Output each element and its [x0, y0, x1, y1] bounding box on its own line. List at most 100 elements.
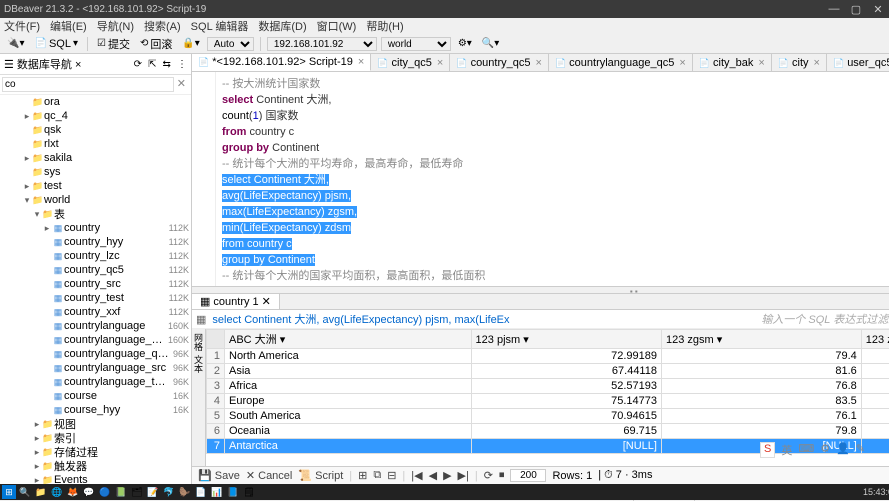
tree-item[interactable]: country_hyy112K — [0, 235, 191, 249]
task-icon[interactable]: 🔵 — [98, 485, 112, 499]
tree-item[interactable]: ▸country112K — [0, 221, 191, 235]
close-tab-icon[interactable]: × — [814, 57, 820, 69]
tree-item[interactable]: ▸触发器 — [0, 459, 191, 473]
refresh-result-icon[interactable]: ⟳ — [484, 469, 493, 482]
link-icon[interactable]: ⇆ — [163, 59, 171, 70]
tree-item[interactable]: qsk — [0, 123, 191, 137]
tree-item[interactable]: countrylanguage_qc596K — [0, 347, 191, 361]
menu-item[interactable]: 窗口(W) — [317, 18, 357, 34]
task-icon[interactable]: 📁 — [34, 485, 48, 499]
database-select[interactable]: world — [381, 37, 451, 51]
tree-item[interactable]: ▸sakila — [0, 151, 191, 165]
tool-icon[interactable]: ✎ — [856, 442, 865, 458]
table-row[interactable]: 3Africa52.5719376.837.2 — [207, 379, 889, 394]
tree-item[interactable]: rlxt — [0, 137, 191, 151]
editor-tab[interactable]: city_qc5× — [371, 54, 450, 71]
task-icon[interactable]: 🐬 — [162, 485, 176, 499]
first-icon[interactable]: |◀ — [411, 469, 422, 482]
tree-filter-input[interactable] — [2, 77, 174, 92]
column-header[interactable]: 123 zdsm ▾ — [861, 330, 889, 349]
filter-hint[interactable]: 输入一个 SQL 表达式过滤结果 (使用 Ctrl+Space) — [761, 311, 889, 327]
close-button[interactable]: ✕ — [871, 3, 885, 16]
auto-select[interactable]: Auto — [207, 37, 254, 51]
search-icon[interactable]: 🔍▾ — [479, 37, 502, 50]
start-button[interactable]: ⊞ — [2, 485, 16, 499]
tool-icon[interactable]: ⚙ — [820, 442, 830, 458]
task-icon[interactable]: 📗 — [114, 485, 128, 499]
tree-item[interactable]: ▸test — [0, 179, 191, 193]
tool-icon[interactable]: 👤 — [836, 442, 850, 458]
task-icon[interactable]: 🌐 — [50, 485, 64, 499]
commit-button[interactable]: ☑提交 — [94, 35, 133, 53]
dup-row-icon[interactable]: ⧉ — [373, 469, 381, 482]
script-button[interactable]: 📜 Script — [298, 469, 343, 482]
del-row-icon[interactable]: ⊟ — [387, 469, 396, 482]
close-tab-icon[interactable]: × — [437, 57, 443, 69]
filter-icon[interactable]: ⋮ — [177, 59, 187, 70]
tree-item[interactable]: country_src112K — [0, 277, 191, 291]
column-header[interactable]: ABC 大洲 ▾ — [225, 330, 472, 349]
tree-item[interactable]: ora — [0, 95, 191, 109]
close-tab-icon[interactable]: × — [358, 56, 364, 68]
close-tab-icon[interactable]: × — [536, 57, 542, 69]
menu-item[interactable]: 搜索(A) — [144, 18, 181, 34]
tx-mode-button[interactable]: 🔒▾ — [179, 37, 202, 50]
editor-tab[interactable]: country_qc5× — [450, 54, 549, 71]
ime-badge[interactable]: S — [760, 442, 775, 458]
tool-icon[interactable]: ⌨ — [798, 442, 814, 458]
editor-tab[interactable]: *<192.168.101.92> Script-19× — [192, 54, 371, 71]
close-tab-icon[interactable]: × — [679, 57, 685, 69]
task-icon[interactable]: 🗒 — [242, 485, 256, 499]
minimize-button[interactable]: — — [827, 3, 841, 16]
task-icon[interactable]: 🔍 — [18, 485, 32, 499]
collapse-icon[interactable]: ⇱ — [148, 59, 156, 70]
tree-item[interactable]: sys — [0, 165, 191, 179]
tree-item[interactable]: ▸索引 — [0, 431, 191, 445]
task-icon[interactable]: 💬 — [82, 485, 96, 499]
task-icon[interactable]: 🗂 — [130, 485, 144, 499]
grid-view-tab[interactable]: 网格 — [192, 333, 205, 351]
task-icon[interactable]: 🦊 — [66, 485, 80, 499]
tree-item[interactable]: country_test112K — [0, 291, 191, 305]
tree-item[interactable]: country_lzc112K — [0, 249, 191, 263]
table-row[interactable]: 5South America70.9461576.162.9 — [207, 409, 889, 424]
editor-tab[interactable]: city× — [772, 54, 827, 71]
column-header[interactable]: 123 zgsm ▾ — [661, 330, 861, 349]
task-icon[interactable]: 📝 — [146, 485, 160, 499]
tree-item[interactable]: ▾world — [0, 193, 191, 207]
menu-item[interactable]: 导航(N) — [97, 18, 134, 34]
settings-icon[interactable]: ⚙▾ — [455, 37, 475, 50]
close-tab-icon[interactable]: × — [758, 57, 764, 69]
clear-filter-icon[interactable]: ✕ — [174, 77, 189, 92]
task-icon[interactable]: 📄 — [194, 485, 208, 499]
text-view-tab[interactable]: 文本 — [192, 355, 205, 373]
tree-item[interactable]: ▸Events — [0, 473, 191, 484]
table-row[interactable]: 6Oceania69.71579.859.8 — [207, 424, 889, 439]
tree-item[interactable]: countrylanguage_lzc160K — [0, 333, 191, 347]
table-row[interactable]: 1North America72.9918979.449.2 — [207, 349, 889, 364]
sql-editor[interactable]: -- 按大洲统计国家数 select Continent 大洲, count(1… — [216, 72, 889, 286]
menu-item[interactable]: SQL 编辑器 — [191, 18, 249, 34]
prev-icon[interactable]: ◀ — [429, 469, 437, 482]
tree-item[interactable]: ▸存储过程 — [0, 445, 191, 459]
menu-item[interactable]: 文件(F) — [4, 18, 40, 34]
save-button[interactable]: 💾 Save — [198, 469, 240, 482]
column-header[interactable]: 123 pjsm ▾ — [471, 330, 661, 349]
stop-icon[interactable]: ⏹ — [499, 469, 505, 482]
new-connection-button[interactable]: 🔌▾ — [4, 37, 27, 50]
tree-item[interactable]: ▸qc_4 — [0, 109, 191, 123]
table-row[interactable]: 2Asia67.4411881.645.9 — [207, 364, 889, 379]
tree-item[interactable]: course_hyy16K — [0, 403, 191, 417]
refresh-icon[interactable]: ⟳ — [134, 59, 142, 70]
page-size-input[interactable] — [510, 469, 546, 482]
tree-item[interactable]: ▾表 — [0, 207, 191, 221]
new-sql-button[interactable]: 📄SQL▾ — [31, 37, 81, 51]
cancel-button[interactable]: ✕ Cancel — [246, 469, 293, 482]
tree-item[interactable]: course16K — [0, 389, 191, 403]
menu-item[interactable]: 数据库(D) — [258, 18, 306, 34]
task-icon[interactable]: 📊 — [210, 485, 224, 499]
tree-item[interactable]: countrylanguage_test96K — [0, 375, 191, 389]
tree-item[interactable]: countrylanguage160K — [0, 319, 191, 333]
tree-item[interactable]: ▸视图 — [0, 417, 191, 431]
table-row[interactable]: 4Europe75.1477383.564.5 — [207, 394, 889, 409]
